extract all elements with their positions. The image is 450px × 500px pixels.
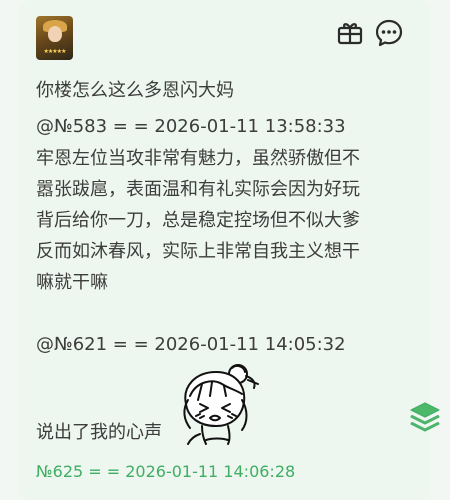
chat-bubble-icon[interactable] <box>374 18 404 48</box>
avatar-face <box>48 26 62 42</box>
sticker-image <box>183 364 259 445</box>
paragraph-line: 反而如沐春风，实际上非常自我主义想干 <box>36 241 360 262</box>
post-final-line: 说出了我的心声 <box>36 422 162 443</box>
layers-icon[interactable] <box>408 400 442 434</box>
avatar-stars: ★★★★★ <box>43 48 67 55</box>
quote-reference-583[interactable]: @№583 = = 2026-01-11 13:58:33 <box>36 112 346 142</box>
quote-reference-621[interactable]: @№621 = = 2026-01-11 14:05:32 <box>36 330 346 360</box>
paragraph-line: 嘛就干嘛 <box>36 272 108 293</box>
post-paragraph: 牢恩左位当攻非常有魅力，虽然骄傲但不 嚣张跋扈，表面温和有礼实际会因为好玩 背后… <box>36 143 416 298</box>
paragraph-line: 背后给你一刀，总是稳定控场但不似大爹 <box>36 210 360 231</box>
post-footer-id-timestamp[interactable]: №625 = = 2026-01-11 14:06:28 <box>36 458 295 486</box>
paragraph-line: 牢恩左位当攻非常有魅力，虽然骄傲但不 <box>36 148 360 169</box>
gift-icon[interactable] <box>335 18 365 48</box>
paragraph-line: 嚣张跋扈，表面温和有礼实际会因为好玩 <box>36 179 360 200</box>
avatar[interactable]: ★★★★★ <box>36 16 73 60</box>
post-first-line: 你楼怎么这么多恩闪大妈 <box>36 80 234 101</box>
